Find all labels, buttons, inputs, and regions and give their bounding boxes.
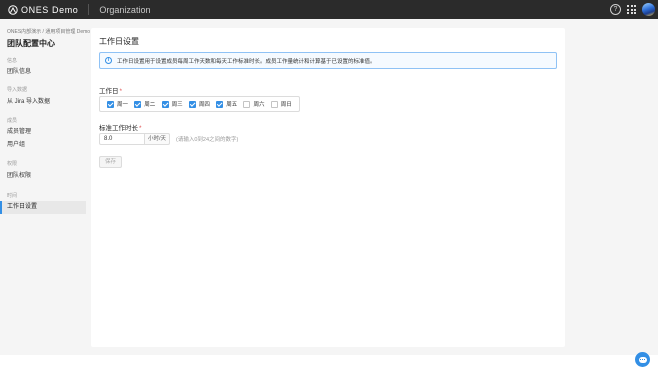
sidebar-group-time: 时间 bbox=[7, 193, 18, 199]
info-text: 工作日设置用于设置成员每周工作天数和每天工作标准时长。成员工作量统计和计算基于已… bbox=[117, 58, 376, 65]
hours-hint: (请输入0到24之间的数字) bbox=[176, 137, 239, 143]
sidebar-item-team-info[interactable]: 团队信息 bbox=[0, 66, 86, 79]
workdays-label-text: 工作日 bbox=[99, 88, 119, 95]
sidebar-item-workday-settings[interactable]: 工作日设置 bbox=[0, 201, 86, 214]
hours-label-text: 标准工作时长 bbox=[99, 125, 138, 132]
bottom-strip bbox=[0, 355, 658, 375]
sidebar-title: 团队配置中心 bbox=[7, 39, 55, 48]
workday-tuesday[interactable]: 周二 bbox=[134, 100, 161, 108]
sidebar-item-jira-import[interactable]: 从 Jira 导入数据 bbox=[0, 96, 86, 109]
workday-label: 周日 bbox=[280, 102, 292, 108]
workday-saturday[interactable]: 周六 bbox=[243, 100, 270, 108]
checkbox-thursday[interactable] bbox=[188, 100, 196, 108]
checkbox-monday[interactable] bbox=[107, 100, 114, 108]
workday-label: 周二 bbox=[144, 102, 156, 108]
standard-hours-input[interactable]: 8.0 bbox=[99, 133, 145, 145]
sidebar-item-user-groups[interactable]: 用户组 bbox=[0, 139, 86, 152]
page-title: 工作日设置 bbox=[99, 37, 139, 46]
workday-label: 周三 bbox=[171, 102, 183, 108]
info-banner: i 工作日设置用于设置成员每周工作天数和每天工作标准时长。成员工作量统计和计算基… bbox=[99, 52, 557, 69]
hours-field-label: 标准工作时长* bbox=[99, 122, 142, 132]
sidebar-group-info: 信息 bbox=[7, 58, 18, 64]
help-icon[interactable]: ? bbox=[610, 4, 621, 15]
top-divider bbox=[88, 4, 90, 15]
brand-name: ONES Demo bbox=[21, 4, 79, 15]
workday-monday[interactable]: 周一 bbox=[107, 100, 134, 108]
checkbox-saturday[interactable] bbox=[243, 100, 251, 108]
workday-label: 周五 bbox=[226, 102, 238, 108]
sidebar-item-team-permissions[interactable]: 团队权限 bbox=[0, 170, 86, 183]
required-mark: * bbox=[139, 125, 142, 132]
checkbox-tuesday[interactable] bbox=[134, 100, 142, 108]
info-icon: i bbox=[105, 57, 112, 64]
workday-wednesday[interactable]: 周三 bbox=[161, 100, 189, 108]
top-right-actions: ? bbox=[610, 3, 655, 16]
brand-logo[interactable]: ONES Demo bbox=[8, 5, 78, 15]
save-button[interactable]: 保存 bbox=[99, 156, 122, 168]
settings-card: 工作日设置 i 工作日设置用于设置成员每周工作天数和每天工作标准时长。成员工作量… bbox=[91, 28, 565, 347]
sidebar-group-import: 导入数据 bbox=[7, 87, 28, 93]
organization-label[interactable]: Organization bbox=[99, 5, 150, 15]
workday-selector: 周一 周二 周三 周四 周五 周六 周日 bbox=[99, 96, 300, 112]
checkbox-friday[interactable] bbox=[216, 100, 224, 108]
ones-logo-icon bbox=[8, 4, 18, 15]
chat-bubble-icon bbox=[638, 356, 647, 363]
sidebar-item-member-management[interactable]: 成员管理 bbox=[0, 126, 86, 139]
workday-sunday[interactable]: 周日 bbox=[270, 100, 298, 108]
sidebar: ONES内部演示 / 通用项目管理 Demo 团队配置中心 信息 团队信息 导入… bbox=[0, 19, 90, 355]
required-mark: * bbox=[119, 88, 123, 95]
chat-support-button[interactable] bbox=[635, 352, 650, 367]
apps-grid-icon[interactable] bbox=[627, 5, 636, 14]
sidebar-group-members: 成员 bbox=[7, 118, 18, 124]
user-avatar[interactable] bbox=[642, 3, 655, 16]
workdays-field-label: 工作日* bbox=[99, 85, 122, 95]
checkbox-sunday[interactable] bbox=[270, 100, 278, 108]
workday-thursday[interactable]: 周四 bbox=[188, 100, 216, 108]
hours-unit-addon: 小时/天 bbox=[145, 133, 170, 145]
workday-friday[interactable]: 周五 bbox=[216, 100, 243, 108]
breadcrumb[interactable]: ONES内部演示 / 通用项目管理 Demo bbox=[7, 28, 90, 35]
checkbox-wednesday[interactable] bbox=[161, 100, 169, 108]
workday-label: 周六 bbox=[253, 102, 265, 108]
top-bar: ONES Demo Organization ? bbox=[0, 0, 658, 19]
workday-label: 周一 bbox=[117, 102, 129, 108]
workday-label: 周四 bbox=[198, 102, 210, 108]
sidebar-group-permissions: 权限 bbox=[7, 161, 18, 167]
